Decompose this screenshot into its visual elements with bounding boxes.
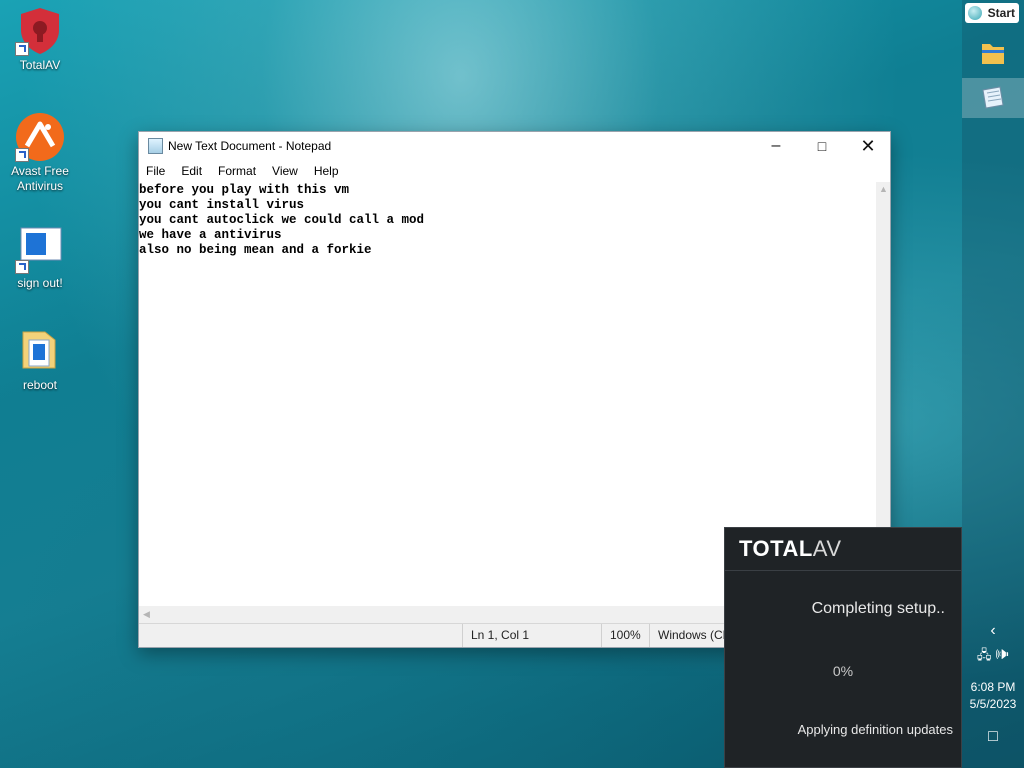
desktop-icon-label: TotalAV	[19, 58, 61, 72]
notepad-app-icon	[148, 138, 163, 154]
desktop-icon-label: reboot	[22, 378, 58, 392]
desktop-icon-label: Avast Free Antivirus	[11, 164, 69, 193]
chevron-left-icon[interactable]: ‹	[962, 622, 1024, 640]
folder-icon	[982, 44, 1004, 64]
setup-progress-percent: 0%	[832, 663, 854, 679]
minimize-button[interactable]: –	[753, 132, 799, 160]
close-button[interactable]: ✕	[845, 132, 891, 160]
desktop-icon-avast[interactable]: Avast Free Antivirus	[2, 112, 78, 194]
avast-logo-icon	[15, 112, 65, 162]
window-app-icon	[15, 224, 65, 274]
tray-icons: 🖧 🕪	[962, 646, 1024, 668]
folder-file-icon	[15, 326, 65, 376]
notepad-title-bar[interactable]: New Text Document - Notepad – □ ✕	[139, 132, 890, 160]
setup-title: Completing setup..	[811, 600, 945, 617]
totalav-header: TOTALAV	[725, 528, 961, 571]
desktop-icon-totalav[interactable]: TotalAV	[2, 6, 78, 73]
totalav-logo: TOTALAV	[739, 536, 842, 561]
notepad-taskbar-button[interactable]	[962, 78, 1024, 118]
cursor-position: Ln 1, Col 1	[462, 624, 601, 647]
window-title: New Text Document - Notepad	[168, 139, 332, 153]
setup-status: Applying definition updates	[797, 722, 953, 737]
menu-help[interactable]: Help	[314, 164, 339, 178]
totalav-popup: TOTALAV Completing setup.. 0% Applying d…	[724, 527, 962, 768]
menu-view[interactable]: View	[272, 164, 298, 178]
scroll-up-icon[interactable]: ▲	[879, 184, 888, 194]
volume-icon[interactable]: 🕪	[995, 647, 1009, 662]
menu-file[interactable]: File	[146, 164, 165, 178]
start-button[interactable]: Start	[965, 3, 1019, 23]
network-icon[interactable]: 🖧	[977, 647, 992, 662]
desktop-icon-sign-out[interactable]: sign out!	[2, 224, 78, 291]
maximize-button[interactable]: □	[799, 132, 845, 160]
file-explorer-taskbar-button[interactable]	[962, 34, 1024, 74]
desktop-icon-label: sign out!	[17, 276, 63, 290]
zoom-level: 100%	[601, 624, 656, 647]
clock-time[interactable]: 6:08 PM	[962, 680, 1024, 694]
shortcut-arrow-icon	[15, 148, 29, 162]
shortcut-arrow-icon	[15, 42, 29, 56]
notifications-icon[interactable]: □	[962, 728, 1024, 746]
notepad-icon	[982, 86, 1004, 109]
totalav-shield-icon	[15, 6, 65, 56]
menu-format[interactable]: Format	[218, 164, 256, 178]
clock-date[interactable]: 5/5/2023	[962, 697, 1024, 711]
shortcut-arrow-icon	[15, 260, 29, 274]
desktop-icon-reboot[interactable]: reboot	[2, 326, 78, 393]
menu-bar: File Edit Format View Help	[139, 160, 890, 182]
menu-edit[interactable]: Edit	[181, 164, 202, 178]
start-orb-icon	[968, 6, 982, 20]
scroll-left-icon[interactable]: ◀	[143, 609, 150, 620]
